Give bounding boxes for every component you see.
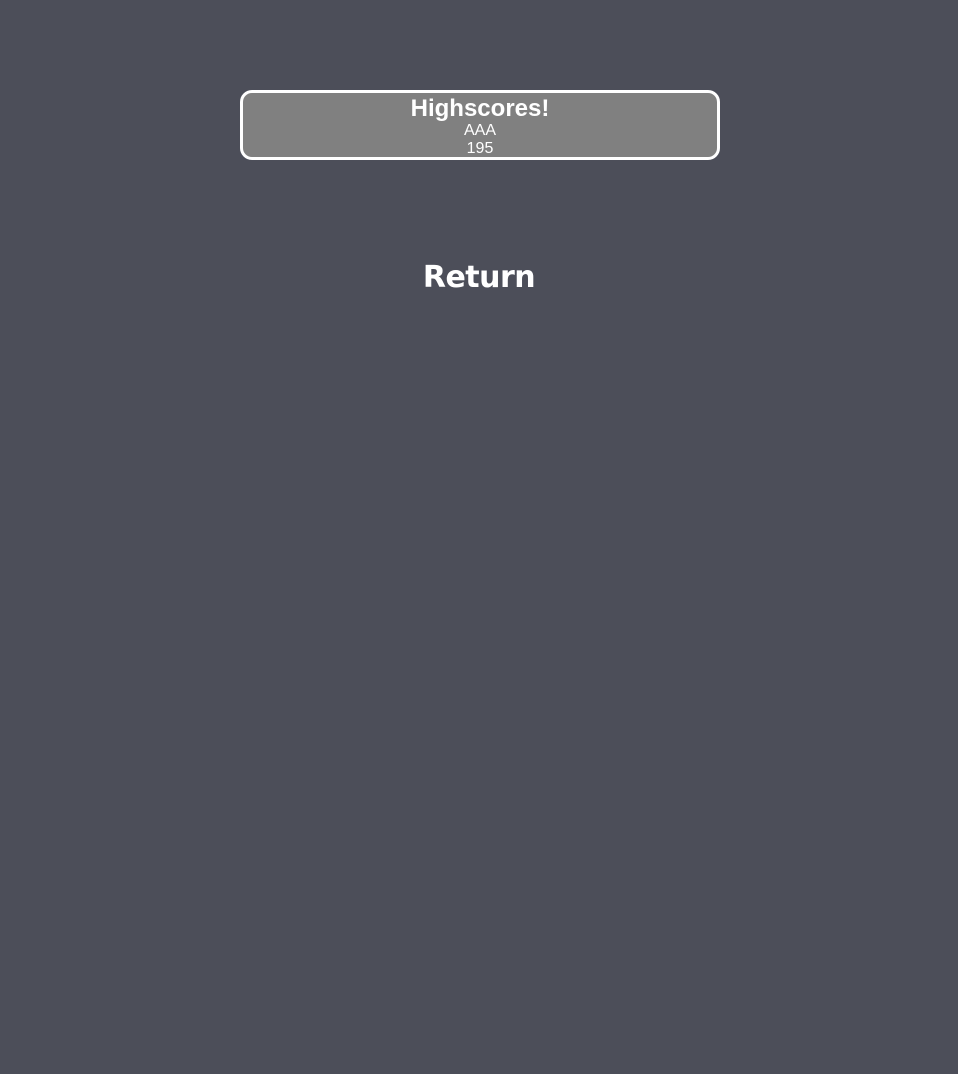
highscore-entry-name: AAA bbox=[463, 122, 496, 139]
return-button[interactable]: Return bbox=[0, 256, 958, 300]
highscore-entry-score: 195 bbox=[466, 140, 494, 157]
return-button-label[interactable]: Return bbox=[419, 256, 539, 300]
highscores-title: Highscores! bbox=[410, 95, 550, 122]
highscores-panel: Highscores! AAA 195 bbox=[240, 90, 720, 160]
